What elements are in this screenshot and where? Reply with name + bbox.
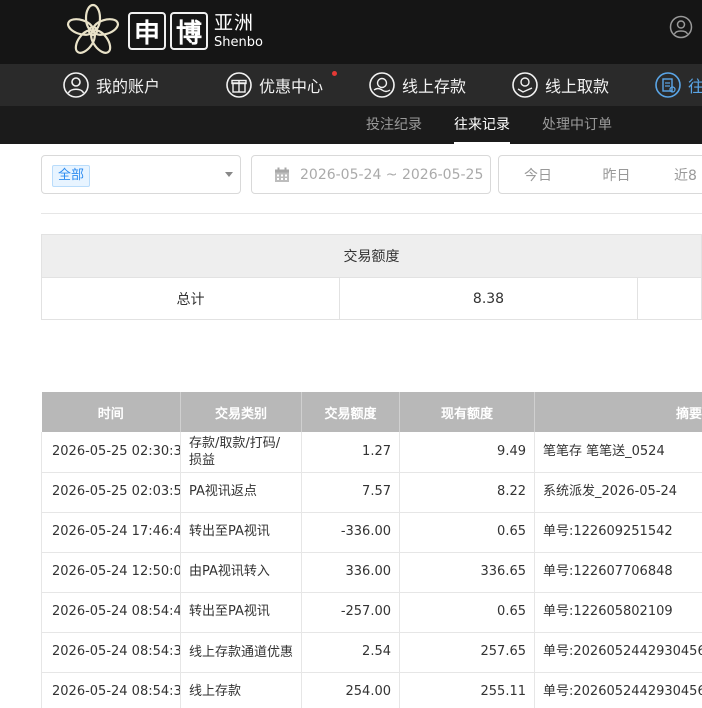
nav-label-promotions: 优惠中心 [259, 77, 324, 96]
promotions-badge-dot [332, 71, 337, 76]
quick-today-button[interactable]: 今日 [498, 155, 578, 194]
quick-yesterday-button[interactable]: 昨日 [577, 155, 657, 194]
cell-type: 线上存款 [180, 672, 302, 708]
cell-note: 单号:122605802109 [534, 592, 702, 633]
logo-char-2: 博 [170, 12, 208, 50]
filter-divider [41, 213, 702, 214]
transaction-type-select[interactable]: 全部 [41, 155, 241, 194]
transactions-table: 时间 交易类别 交易额度 现有额度 摘要 2026-05-25 02:30:34… [41, 392, 702, 708]
cell-amount: 336.00 [301, 552, 400, 593]
main-nav: 我的账户 优惠中心 线上存款 线上取款 往 [0, 64, 702, 106]
chevron-down-icon [225, 172, 233, 177]
cell-note: 单号:122609251542 [534, 512, 702, 553]
cell-balance: 9.49 [399, 432, 535, 473]
logo-text: 亚洲 Shenbo [214, 11, 263, 50]
col-header-time: 时间 [41, 392, 181, 432]
cell-amount: 2.54 [301, 632, 400, 673]
cell-time: 2026-05-24 12:50:02 [41, 552, 181, 593]
cell-amount: 1.27 [301, 432, 400, 473]
table-header-row: 时间 交易类别 交易额度 现有额度 摘要 [41, 392, 702, 432]
nav-label-deposit: 线上存款 [402, 77, 467, 96]
user-circle-icon [63, 72, 89, 98]
cell-balance: 336.65 [399, 552, 535, 593]
summary-row: 总计 8.38 [41, 277, 702, 320]
nav-item-withdraw[interactable]: 线上取款 [511, 64, 609, 106]
table-row: 2026-05-25 02:30:34 存款/取款/打码/损益 1.27 9.4… [41, 432, 702, 473]
cell-balance: 0.65 [399, 512, 535, 553]
nav-item-records[interactable]: 往 [654, 64, 702, 106]
withdraw-icon [512, 72, 538, 98]
cell-note: 系统派发_2026-05-24 [534, 472, 702, 513]
cell-balance: 0.65 [399, 592, 535, 633]
col-header-note: 摘要 [534, 392, 702, 432]
nav-item-deposit[interactable]: 线上存款 [368, 64, 466, 106]
cell-amount: 254.00 [301, 672, 400, 708]
table-row: 2026-05-24 08:54:48 转出至PA视讯 -257.00 0.65… [41, 592, 702, 633]
cell-time: 2026-05-24 08:54:48 [41, 592, 181, 633]
table-row: 2026-05-24 17:46:45 转出至PA视讯 -336.00 0.65… [41, 512, 702, 553]
cell-note: 笔笔存 笔笔送_0524 [534, 432, 702, 473]
col-header-amount: 交易额度 [301, 392, 400, 432]
nav-item-promotions[interactable]: 优惠中心 [225, 64, 323, 106]
table-row: 2026-05-24 12:50:02 由PA视讯转入 336.00 336.6… [41, 552, 702, 593]
cell-amount: 7.57 [301, 472, 400, 513]
table-row: 2026-05-25 02:03:52 PA视讯返点 7.57 8.22 系统派… [41, 472, 702, 513]
table-row: 2026-05-24 08:54:33 线上存款 254.00 255.11 单… [41, 672, 702, 708]
cell-type: 由PA视讯转入 [180, 552, 302, 593]
summary-extra-cell [638, 278, 701, 319]
tab-bet-records[interactable]: 投注纪录 [366, 106, 422, 144]
table-row: 2026-05-24 08:54:33 线上存款通道优惠 2.54 257.65… [41, 632, 702, 673]
col-header-balance: 现有额度 [399, 392, 535, 432]
cell-time: 2026-05-24 17:46:45 [41, 512, 181, 553]
cell-balance: 257.65 [399, 632, 535, 673]
calendar-icon [275, 167, 289, 182]
cell-type: 转出至PA视讯 [180, 592, 302, 633]
cell-note: 单号:202605244293045614 [534, 632, 702, 673]
logo-char-1: 申 [128, 12, 166, 50]
deposit-icon [369, 72, 395, 98]
flower-logo-icon [66, 3, 120, 54]
cell-time: 2026-05-24 08:54:33 [41, 672, 181, 708]
tab-transactions[interactable]: 往来记录 [454, 106, 510, 144]
summary-value: 8.38 [340, 278, 638, 319]
date-range-value: 2026-05-24 ~ 2026-05-25 [300, 166, 484, 183]
cell-balance: 8.22 [399, 472, 535, 513]
user-profile-icon[interactable] [669, 15, 693, 39]
selected-type-tag[interactable]: 全部 [52, 165, 91, 187]
nav-label-account: 我的账户 [96, 77, 161, 96]
cell-type: PA视讯返点 [180, 472, 302, 513]
cell-type: 转出至PA视讯 [180, 512, 302, 553]
col-header-type: 交易类别 [180, 392, 302, 432]
brand-logo[interactable]: 申 博 亚洲 Shenbo [62, 2, 263, 60]
gift-icon [226, 72, 252, 98]
nav-item-account[interactable]: 我的账户 [62, 64, 160, 106]
cell-amount: -336.00 [301, 512, 400, 553]
top-header: 申 博 亚洲 Shenbo [0, 0, 702, 64]
logo-cn-suffix: 亚洲 [214, 11, 255, 34]
cell-note: 单号:122607706848 [534, 552, 702, 593]
summary-table: 交易额度 总计 8.38 [41, 234, 702, 320]
cell-time: 2026-05-24 08:54:33 [41, 632, 181, 673]
date-range-picker[interactable]: 2026-05-24 ~ 2026-05-25 [251, 155, 491, 194]
nav-label-records: 往 [688, 77, 702, 96]
summary-label: 总计 [42, 278, 340, 319]
cell-time: 2026-05-25 02:30:34 [41, 432, 181, 473]
cell-amount: -257.00 [301, 592, 400, 633]
cell-time: 2026-05-25 02:03:52 [41, 472, 181, 513]
nav-label-withdraw: 线上取款 [545, 77, 610, 96]
records-icon [655, 72, 681, 98]
cell-type: 存款/取款/打码/损益 [180, 432, 302, 473]
cell-note: 单号:202605244293045614 [534, 672, 702, 708]
logo-en: Shenbo [214, 34, 263, 50]
tab-pending-orders[interactable]: 处理中订单 [542, 106, 612, 144]
quick-recent-button[interactable]: 近8 [656, 155, 702, 194]
cell-balance: 255.11 [399, 672, 535, 708]
summary-header: 交易额度 [41, 234, 702, 277]
cell-type: 线上存款通道优惠 [180, 632, 302, 673]
sub-nav: 投注纪录 往来记录 处理中订单 [0, 106, 702, 144]
